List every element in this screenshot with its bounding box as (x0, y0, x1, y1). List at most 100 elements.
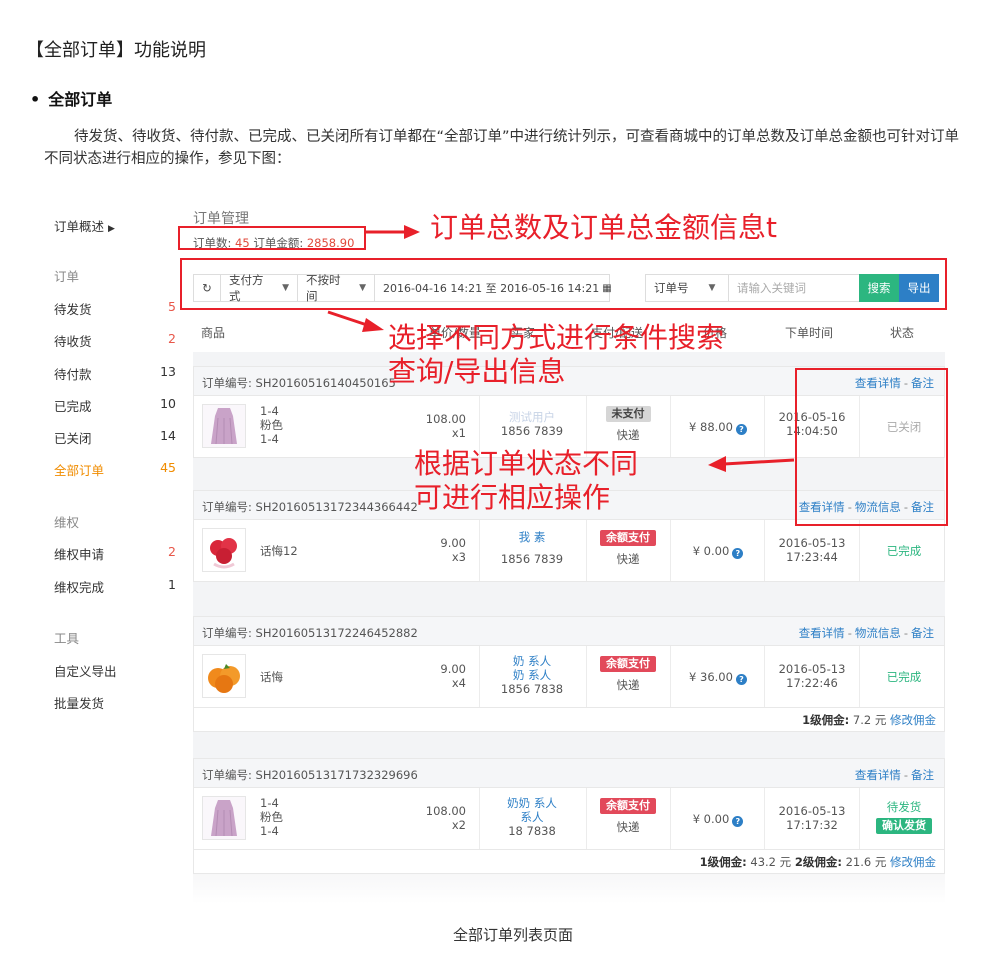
nav-overview-label: 订单概述 (54, 219, 105, 234)
price-qty: 9.00 x4 (424, 662, 466, 690)
logistics-link[interactable]: 物流信息 (855, 626, 901, 640)
commission-l1-value: 7.2 元 (852, 713, 887, 727)
buyer[interactable]: 奶奶 系人 系人 18 7838 (486, 796, 578, 838)
remark-link[interactable]: 备注 (911, 626, 934, 640)
divider (193, 582, 945, 616)
order-date: 2016-05-13 (778, 536, 846, 550)
edit-commission-link[interactable]: 修改佣金 (890, 855, 936, 869)
buyer[interactable]: 奶 系人奶 系人 1856 7838 (486, 654, 578, 696)
order-no: 订单编号: SH20160513172344366442 (202, 499, 418, 515)
nav-overview[interactable]: 订单概述 ▶ (54, 216, 176, 235)
ship-method: 快递 (616, 552, 640, 566)
info-icon[interactable]: ? (732, 548, 744, 559)
product-thumbnail[interactable] (202, 796, 246, 840)
nav-group-order: 订单 (54, 269, 80, 284)
bullet: • (30, 90, 41, 109)
pay-status-badge: 余额支付 (600, 656, 656, 672)
nav-item-batch-ship[interactable]: 批量发货 (54, 693, 176, 712)
nav-item-pending-receive[interactable]: 待收货 2 (54, 331, 176, 350)
buyer[interactable]: 我 素 1856 7839 (486, 530, 578, 566)
skirt-icon (211, 800, 237, 837)
product-thumbnail[interactable] (202, 654, 246, 698)
triangle-right-icon: ▶ (108, 224, 115, 234)
unit-price: 9.00 (440, 536, 466, 550)
nav-count: 10 (160, 396, 176, 411)
nav-count: 5 (168, 299, 176, 314)
buyer-phone: 1856 7839 (500, 424, 564, 438)
annotation-actions-line1: 根据订单状态不同 (414, 447, 639, 480)
order-row: 1-4 粉色 1-4 108.00 x2 奶奶 系人 系人 18 7838 余额支付 快递… (193, 788, 945, 850)
detail-link[interactable]: 查看详情 (855, 768, 901, 782)
annotation-filter-line2: 查询/导出信息 (388, 355, 566, 388)
nav-group-rights: 维权 (54, 515, 80, 530)
info-icon[interactable]: ? (732, 816, 744, 827)
price-qty: 9.00 x3 (424, 536, 466, 564)
nav-item-completed[interactable]: 已完成 10 (54, 396, 176, 415)
arrow-left-icon (708, 456, 795, 472)
annotation-actions-line2: 可进行相应操作 (414, 481, 611, 514)
product-thumbnail[interactable] (202, 528, 246, 572)
order-no-label: 订单编号: (202, 626, 252, 640)
doc-title: 【全部订单】功能说明 (26, 40, 206, 61)
product-name[interactable]: 话悔12 (260, 544, 298, 558)
nav-count: 14 (160, 428, 176, 443)
annotation-stats: 订单总数及订单总金额信息t (430, 211, 777, 244)
price-qty: 108.00 x1 (424, 412, 466, 440)
nav-item-rights-done[interactable]: 维权完成 1 (54, 577, 176, 596)
order-amount: ¥ 88.00? (676, 420, 760, 435)
buyer-contact: 奶 系人 (512, 668, 552, 682)
page-title: 订单管理 (193, 211, 249, 227)
nav-item-all-orders[interactable]: 全部订单 45 (54, 460, 176, 479)
buyer-name: 我 素 (518, 530, 546, 544)
order-no: 订单编号: SH20160516140450165 (202, 375, 396, 391)
ship-method: 快递 (616, 820, 640, 834)
detail-link[interactable]: 查看详情 (799, 626, 845, 640)
product-thumbnail[interactable] (202, 404, 246, 448)
info-icon[interactable]: ? (735, 424, 747, 435)
order-no-label: 订单编号: (202, 500, 252, 514)
commission-l2-label: 2级佣金: (794, 855, 842, 869)
order-no-value: SH20160513172246452882 (255, 626, 418, 640)
buyer-name: 测试用户 (509, 410, 555, 424)
order-row: 话悔12 9.00 x3 我 素 1856 7839 余额支付 快递 ¥ 0.00? … (193, 520, 945, 582)
nav-item-pending-ship[interactable]: 待发货 5 (54, 299, 176, 318)
buyer-contact: 系人 (520, 810, 544, 824)
info-icon[interactable]: ? (735, 674, 747, 685)
commission-l1-label: 1级佣金: (699, 855, 747, 869)
annotation-filter-line1: 选择不同方式进行条件搜索 (388, 321, 725, 354)
nav-label: 已关闭 (54, 431, 92, 446)
nav-item-pending-pay[interactable]: 待付款 13 (54, 364, 176, 383)
unit-price: 9.00 (440, 662, 466, 676)
unit-price: 108.00 (425, 804, 466, 818)
intro-paragraph: 待发货、待收货、待付款、已完成、已关闭所有订单都在“全部订单”中进行统计列示，可… (44, 129, 960, 167)
edit-commission-link[interactable]: 修改佣金 (890, 713, 936, 727)
nav-count: 2 (168, 544, 176, 559)
remark-link[interactable]: 备注 (911, 768, 934, 782)
confirm-ship-button[interactable]: 确认发货 (876, 818, 932, 834)
nav-label: 待发货 (54, 302, 92, 317)
ship-method: 快递 (616, 678, 640, 692)
order-header: 订单编号: SH20160513172246452882 查看详情 - 物流信息 - 备… (193, 616, 945, 646)
spec-line: 1-4 (260, 432, 279, 446)
order-date: 2016-05-13 (778, 804, 846, 818)
nav-label: 全部订单 (54, 463, 105, 478)
buyer[interactable]: 测试用户 1856 7839 (486, 410, 578, 438)
col-product: 商品 (201, 326, 226, 340)
pay-status-badge: 余额支付 (600, 530, 656, 546)
buyer-phone: 1856 7839 (500, 552, 564, 566)
product-name[interactable]: 话悔 (260, 670, 283, 684)
annotation-box-filter (180, 258, 947, 310)
nav-label: 维权申请 (54, 547, 105, 562)
nav-count: 13 (160, 364, 176, 379)
unit-price: 108.00 (425, 412, 466, 426)
nav-item-rights-apply[interactable]: 维权申请 2 (54, 544, 176, 563)
nav-item-closed[interactable]: 已关闭 14 (54, 428, 176, 447)
order-status-block: 待发货 确认发货 (864, 800, 944, 834)
order-amount: ¥ 36.00? (676, 670, 760, 685)
nav-item-custom-export[interactable]: 自定义导出 (54, 661, 176, 680)
order-time: 2016-05-13 17:17:32 (770, 804, 854, 832)
pay-status-badge: 未支付 (605, 406, 651, 422)
pay-ship: 余额支付 快递 (592, 798, 664, 834)
amount-value: ¥ 36.00 (689, 670, 733, 684)
order-no-label: 订单编号: (202, 376, 252, 390)
